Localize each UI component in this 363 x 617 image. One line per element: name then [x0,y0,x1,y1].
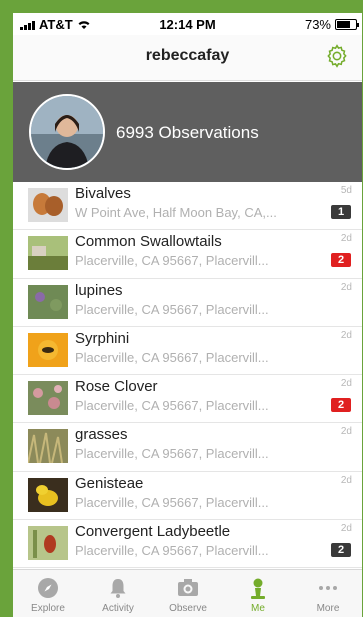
observation-row[interactable]: Genisteae Placerville, CA 95667, Placervi… [13,472,362,521]
observation-location: Placerville, CA 95667, Placervill... [75,253,269,269]
avatar[interactable] [29,94,105,170]
observation-thumbnail [28,429,68,464]
observation-location: Placerville, CA 95667, Placervill... [75,543,269,559]
gear-icon[interactable] [324,43,350,69]
observation-location: Placerville, CA 95667, Placervill... [75,301,269,317]
observation-title: Syrphini [75,329,130,347]
observation-thumbnail [28,477,68,512]
tab-label: More [316,603,340,614]
observation-time: 2d [340,329,352,341]
observation-row[interactable]: Common Swallowtails Placerville, CA 95667… [13,230,362,279]
camera-icon [178,579,198,596]
tab-label: Explore [31,603,65,614]
tab-explore[interactable]: Explore [13,570,83,617]
page-title: rebeccafay [145,47,230,64]
avatar-photo [31,96,103,168]
observation-title: Genisteae [75,474,144,492]
tab-bar: Explore Activity Observe Me More [13,569,362,617]
observation-time: 2d [340,281,352,293]
observation-time: 2d [340,378,352,390]
observation-title: Convergent Ladybeetle [75,523,231,541]
person-icon [251,578,265,599]
tab-more[interactable]: More [293,570,362,617]
observation-location: Placerville, CA 95667, Placervill... [75,494,269,510]
observation-time: 5d [340,185,352,196]
observation-time: 2d [340,233,352,245]
tab-label: Observe [169,603,207,614]
observation-time: 2d [340,474,352,486]
observation-title: grasses [75,426,128,444]
observation-thumbnail [28,236,68,271]
tab-label: Activity [102,603,134,614]
compass-icon [38,578,58,598]
observation-thumbnail [28,526,68,561]
battery-icon [335,19,359,30]
comment-count-badge: 1 [331,205,351,219]
observation-title: Bivalves [75,185,131,202]
observation-location: Placerville, CA 95667, Placervill... [75,349,269,365]
comment-count-badge: 2 [331,253,351,268]
observation-row[interactable]: Bivalves W Point Ave, Half Moon Bay, CA,.… [13,182,362,231]
observation-location: Placerville, CA 95667, Placervill... [75,446,269,462]
nav-bar: rebeccafay [13,35,362,81]
tab-me[interactable]: Me [223,570,293,617]
observation-location: Placerville, CA 95667, Placervill... [75,398,269,414]
observation-title: lupines [75,281,123,299]
tab-observe[interactable]: Observe [153,570,223,617]
bell-icon [110,579,126,598]
observation-count: 6993 Observations [116,123,259,142]
profile-header: 6993 Observations [13,82,362,182]
observation-row[interactable]: Rose Clover Placerville, CA 95667, Placer… [13,375,362,424]
observation-title: Common Swallowtails [75,233,222,251]
observation-thumbnail [28,284,68,319]
observation-thumbnail [28,188,68,222]
observation-row[interactable]: Syrphini Placerville, CA 95667, Placervil… [13,327,362,376]
observation-thumbnail [28,332,68,367]
more-dots-icon [319,586,337,590]
observation-row[interactable]: grasses Placerville, CA 95667, Placervill… [13,423,362,472]
observation-title: Rose Clover [75,378,158,396]
observation-location: W Point Ave, Half Moon Bay, CA,... [75,205,277,220]
app-screen: AT&T 12:14 PM 73% rebeccafay 6993 Observ… [13,13,362,617]
observation-list: Bivalves W Point Ave, Half Moon Bay, CA,.… [13,182,362,617]
status-bar: AT&T 12:14 PM 73% [13,13,362,35]
battery-percent: 73% [304,17,331,32]
tab-activity[interactable]: Activity [83,570,153,617]
observation-time: 2d [340,523,352,535]
comment-count-badge: 2 [331,398,351,413]
tab-label: Me [251,603,265,614]
observation-time: 2d [340,426,352,438]
comment-count-badge: 2 [331,543,351,558]
battery-status: 73% [304,17,359,32]
observation-thumbnail [28,381,68,416]
observation-row[interactable]: lupines Placerville, CA 95667, Placervill… [13,279,362,327]
observation-row[interactable]: Convergent Ladybeetle Placerville, CA 956… [13,520,362,569]
